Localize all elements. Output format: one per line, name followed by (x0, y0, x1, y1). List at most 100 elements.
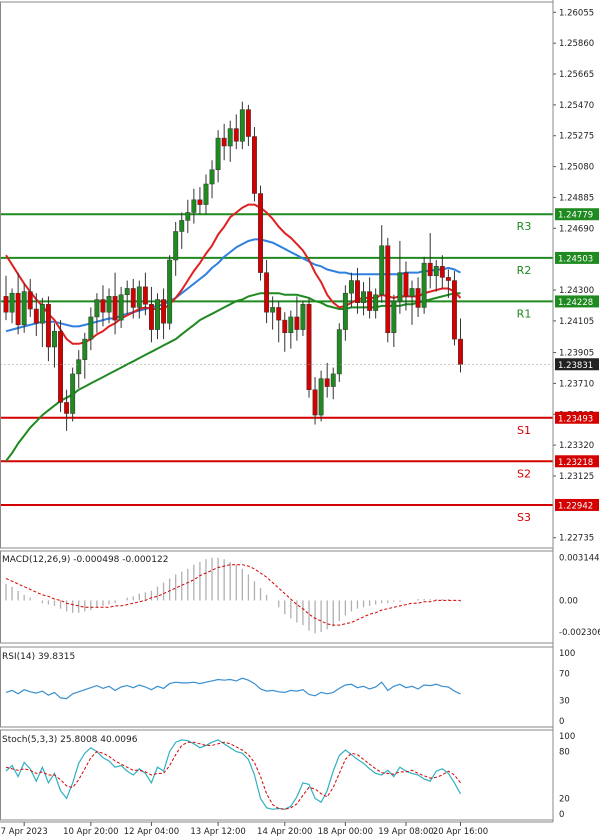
candle-bull (179, 220, 185, 232)
level-name-s2: S2 (517, 467, 531, 480)
candle-bull (88, 316, 94, 340)
price-tick-label: 1.23710 (559, 379, 594, 389)
candle-bull (173, 231, 179, 261)
rsi-tick-label: 70 (559, 669, 570, 679)
candle-bull (397, 272, 403, 302)
candle-bear (45, 304, 51, 348)
macd-tick-label: 0.00 (559, 596, 578, 606)
level-price-label: 1.24503 (558, 254, 593, 264)
candle-bear (276, 307, 282, 321)
level-name-s3: S3 (517, 511, 531, 524)
time-tick-label: 14 Apr 20:00 (257, 827, 312, 837)
macd-tick-label: -0.002306 (559, 628, 600, 638)
candle-bear (161, 299, 167, 324)
candle-bear (233, 128, 239, 142)
candle-bull (9, 292, 15, 313)
level-price-label: 1.23218 (558, 458, 593, 468)
candle-bear (403, 272, 409, 297)
level-price-label: 1.24779 (558, 211, 593, 221)
candle-bull (421, 262, 427, 308)
candle-bull (82, 338, 88, 360)
candle-bull (21, 291, 27, 326)
candle-bear (15, 292, 21, 326)
time-tick-label: 13 Apr 12:00 (190, 827, 245, 837)
price-tick-label: 1.22735 (559, 534, 594, 544)
candle-bear (312, 389, 318, 416)
candle-bear (427, 262, 433, 277)
candle-bull (409, 288, 415, 297)
candle-bull (209, 169, 215, 185)
candle-bear (27, 291, 33, 310)
price-tick-label: 1.25665 (559, 70, 594, 80)
candle-bear (3, 296, 9, 313)
stoch-tick-label: 80 (559, 748, 570, 758)
candle-bear (367, 291, 373, 311)
price-tick-label: 1.25080 (559, 163, 594, 173)
stoch-label: Stoch(5,3,3) 25.8008 40.0096 (2, 735, 138, 745)
time-tick-label: 19 Apr 08:00 (378, 827, 433, 837)
candle-bear (58, 330, 63, 403)
rsi-tick-label: 0 (559, 717, 564, 727)
candle-bull (124, 288, 130, 296)
candle-bull (227, 128, 233, 147)
candle-bull (167, 259, 173, 324)
candle-bull (391, 300, 397, 334)
candle-bull (118, 294, 124, 321)
candle-bull (185, 212, 191, 221)
candle-bull (330, 373, 336, 387)
price-tick-label: 1.23125 (559, 472, 594, 482)
price-tick-label: 1.25275 (559, 132, 594, 142)
candle-bear (258, 193, 263, 273)
candle-bull (191, 199, 197, 213)
current-price-label: 1.23831 (558, 361, 593, 371)
candle-bear (451, 280, 457, 340)
candle-bear (306, 304, 312, 390)
macd-label: MACD(12,26,9) -0.000498 -0.000122 (2, 555, 168, 565)
time-tick-label: 12 Apr 04:00 (124, 827, 179, 837)
price-tick-label: 1.25470 (559, 101, 594, 111)
candle-bear (148, 304, 154, 330)
candle-bear (221, 137, 227, 147)
chart-background (0, 0, 600, 840)
candle-bear (439, 266, 445, 278)
price-tick-label: 1.25860 (559, 39, 594, 49)
time-tick-label: 18 Apr 00:00 (318, 827, 373, 837)
price-tick-label: 1.24885 (559, 193, 594, 203)
candle-bear (445, 277, 451, 281)
candle-bull (373, 294, 379, 311)
candle-bull (94, 299, 100, 318)
candle-bull (76, 359, 82, 375)
stoch-tick-label: 20 (559, 794, 570, 804)
candle-bear (282, 319, 288, 334)
candle-bear (33, 308, 39, 324)
level-name-s1: S1 (517, 424, 531, 437)
candle-bull (52, 330, 57, 348)
candle-bear (245, 109, 251, 137)
time-tick-label: 10 Apr 20:00 (63, 827, 118, 837)
level-price-label: 1.22942 (558, 501, 593, 511)
candle-bear (112, 296, 118, 321)
candle-bear (100, 299, 106, 313)
candle-bull (239, 109, 245, 142)
candle-bull (203, 183, 209, 205)
price-tick-label: 1.23320 (559, 441, 594, 451)
candle-bull (361, 291, 366, 303)
candle-bull (39, 304, 45, 324)
candle-bear (324, 378, 330, 387)
candle-bear (294, 316, 300, 330)
level-price-label: 1.24228 (558, 298, 593, 308)
stoch-tick-label: 0 (559, 810, 564, 820)
level-name-r2: R2 (517, 264, 532, 277)
candle-bull (318, 378, 324, 416)
level-name-r3: R3 (517, 220, 532, 233)
candle-bear (142, 286, 148, 305)
candle-bear (264, 272, 270, 313)
candle-bear (64, 402, 70, 414)
candle-bull (215, 137, 221, 171)
time-tick-label: 7 Apr 2023 (1, 827, 48, 837)
candle-bear (458, 338, 463, 365)
candle-bull (300, 304, 306, 330)
candle-bull (288, 316, 294, 334)
level-name-r1: R1 (517, 307, 532, 320)
candle-bear (130, 288, 136, 308)
